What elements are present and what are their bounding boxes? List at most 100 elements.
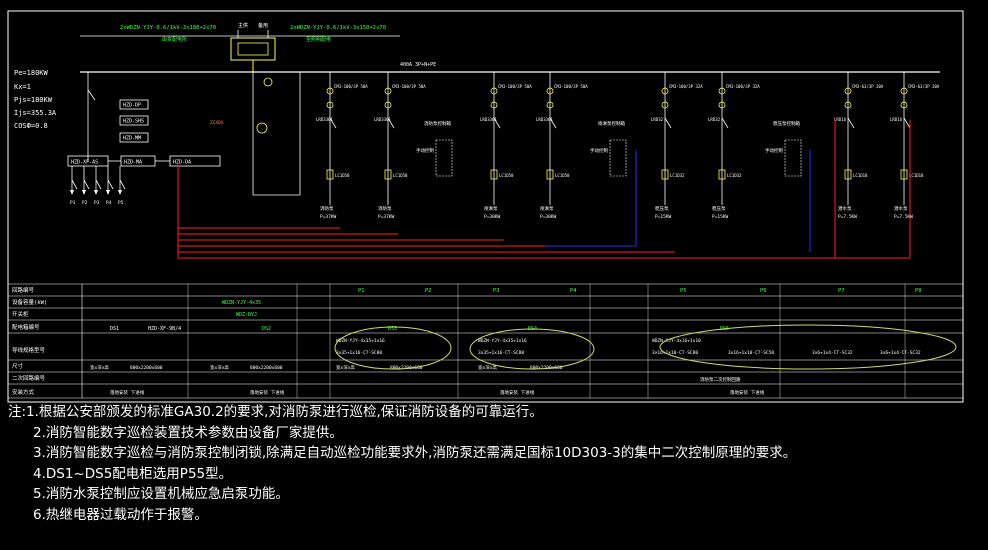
secondary-loop: 消防泵二次控制回路	[700, 376, 741, 383]
relay-label: LRD32	[651, 117, 664, 122]
load-pjs: Pjs=180KW	[14, 96, 53, 104]
load-name: 消防泵	[378, 205, 392, 212]
transfer-label-1: 主供	[238, 22, 248, 29]
load-name: 消防泵	[320, 205, 334, 212]
left-cable-sub: 由变配电所	[162, 36, 187, 43]
load-name: 喷淋泵	[540, 205, 554, 212]
panel-box	[435, 139, 453, 177]
note-5: 5.消防水泵控制应设置机械应急启泵功能。	[33, 486, 289, 502]
monitor-box-label: HZD-SHS	[123, 119, 144, 125]
size-cell: 宽x深x高	[210, 364, 229, 371]
relay-label: LRD3361	[480, 117, 497, 122]
relay-label: LRD3361	[316, 117, 333, 122]
loop-number: P2	[425, 288, 432, 294]
panel-title: 稳压泵控制箱	[773, 120, 800, 127]
cable-spec: 3x6+1x4-CT-SC32	[880, 350, 921, 356]
breaker-icon	[721, 117, 729, 129]
note-6: 6.热继电器过载动作于报警。	[33, 506, 208, 523]
feeder-circuits: CM3-100/3P 50A LRD3361 LC1D50 消防泵 P=37KW CM3-…	[316, 72, 940, 220]
table-row-label: 导线规格型号	[12, 346, 46, 354]
note-3: 3.消防智能数字巡检与消防泵控制闭锁,除满足自动巡检功能要求外,消防泵还需满足国…	[33, 445, 797, 461]
right-cable-sub: 至照明配电	[306, 36, 331, 43]
contactor-label: LC1D32	[670, 173, 685, 178]
table-row-label: 配电箱编号	[12, 323, 40, 331]
loop-number: P7	[838, 288, 845, 294]
motor-outputs: P1 P2 P3 P4 P5	[70, 166, 126, 206]
motor-label: P1	[70, 200, 76, 206]
table-row-label: 回路编号	[12, 286, 35, 294]
motor-switch	[119, 179, 126, 190]
breaker-icon	[664, 117, 672, 129]
load-power: P=15KW	[655, 214, 672, 220]
load-name: 稳压泵	[655, 205, 669, 212]
monitor-box-label: HZD-MA	[124, 160, 142, 166]
motor-switch	[107, 179, 114, 190]
table-row-label: 尺寸	[12, 362, 24, 370]
loop-number: P1	[358, 288, 365, 294]
breaker-label: CM3-100/3P 32A	[669, 84, 703, 89]
relay-label: LRD16	[890, 117, 903, 122]
install-method: 落地安装 下进线	[500, 389, 535, 396]
incoming-cable: WDZN-YJY-4x35	[222, 300, 261, 306]
panel-box	[784, 139, 802, 177]
table-row-label: 开关柜	[12, 310, 29, 318]
load-power: P=15KW	[712, 214, 729, 220]
meter-label: ZCXDX	[210, 120, 224, 126]
motor-switch	[83, 179, 90, 190]
panel-sub: 手动控制	[765, 147, 783, 154]
monitor-box-label: HZD-DP	[123, 103, 141, 109]
load-info: Pe=180KW Kx=1 Pjs=180KW Ijs=355.3A COSФ=…	[14, 69, 57, 130]
load-cos: COSФ=0.8	[14, 122, 48, 130]
load-power: P=37KW	[378, 214, 395, 220]
load-power: P=7.5KW	[838, 214, 857, 220]
left-cable-label: 2xWDZN-YJY-0.6/1kV-3x180+2x70	[120, 25, 216, 31]
relay-label: LRD16	[834, 117, 847, 122]
load-kx: Kx=1	[14, 83, 31, 91]
size-cell: 800x2200x600	[250, 365, 283, 371]
cable-spec: 3x16+1x10-CT-SC80	[652, 350, 698, 356]
size-cell: 宽x深x高	[336, 364, 355, 371]
note-4: 4.DS1~DS5配电柜选用P55型。	[33, 465, 233, 482]
arrow-down-icon	[118, 190, 122, 195]
breaker-label: CM3-100/3P 50A	[554, 84, 588, 89]
size-cell: 800x2200x600	[130, 365, 163, 371]
load-power: P=30KW	[484, 214, 501, 220]
monitor-box-label: HZD-MM	[123, 136, 141, 142]
contactor-label: LC1D50	[555, 173, 570, 178]
loop-number: P5	[680, 288, 687, 294]
control-panels: 消防泵控制箱手动控制 喷淋泵控制箱手动控制 稳压泵控制箱手动控制	[416, 120, 802, 177]
arrow-down-icon	[106, 190, 110, 195]
monitor-box-label: HZD-XF-AS	[71, 160, 98, 166]
load-power: P=30KW	[540, 214, 557, 220]
motor-label: P3	[94, 200, 100, 206]
relay-label: LRD3361	[374, 117, 391, 122]
breaker-icon	[847, 117, 855, 129]
motor-switch	[95, 179, 102, 190]
contactor-label: LC1D50	[499, 173, 514, 178]
contactor-label: LC1D18	[853, 173, 868, 178]
note-1: 注:1.根据公安部颁发的标准GA30.2的要求,对消防泵进行巡检,保证消防设备的…	[8, 404, 543, 420]
right-cable-label: 2xWDZN-YJY-0.6/1kV-3x150+2x70	[290, 25, 386, 31]
busbar-label: 400A 3P+N+PE	[400, 62, 436, 68]
load-pe: Pe=180KW	[14, 69, 49, 77]
breaker-icon	[903, 117, 911, 129]
ct-icon	[263, 77, 273, 87]
load-name: 稳压泵	[712, 205, 726, 212]
size-cell: 宽x深x高	[90, 364, 109, 371]
panel-title: 喷淋泵控制箱	[598, 120, 625, 127]
transfer-label-2: 备用	[258, 22, 268, 29]
table-row-label: 设备容量(kW)	[12, 298, 47, 306]
table-row-label: 安装方式	[12, 388, 35, 396]
panel-box	[609, 139, 627, 177]
meter-icon	[256, 122, 268, 134]
loop-number: P4	[570, 288, 577, 294]
motor-switch	[71, 179, 78, 190]
panel-title: 消防泵控制箱	[424, 120, 451, 127]
monitor-boxes: HZD-DP HZD-SHS HZD-MM HZD-XF-AS HZD-MA HZD-DA	[67, 99, 221, 167]
load-name: 潜水泵	[894, 205, 908, 212]
highlight-ellipse	[659, 324, 957, 370]
cable-spec: 3x35+1x16-CT-SC80	[336, 350, 382, 356]
load-power: P=37KW	[320, 214, 337, 220]
breaker-label: CM3-63/3P 20A	[852, 84, 884, 89]
circuit-table: 回路编号设备容量(kW) 开关柜配电箱编号导线规格型号尺寸二次回路编号安装方式 P1…	[8, 283, 963, 399]
